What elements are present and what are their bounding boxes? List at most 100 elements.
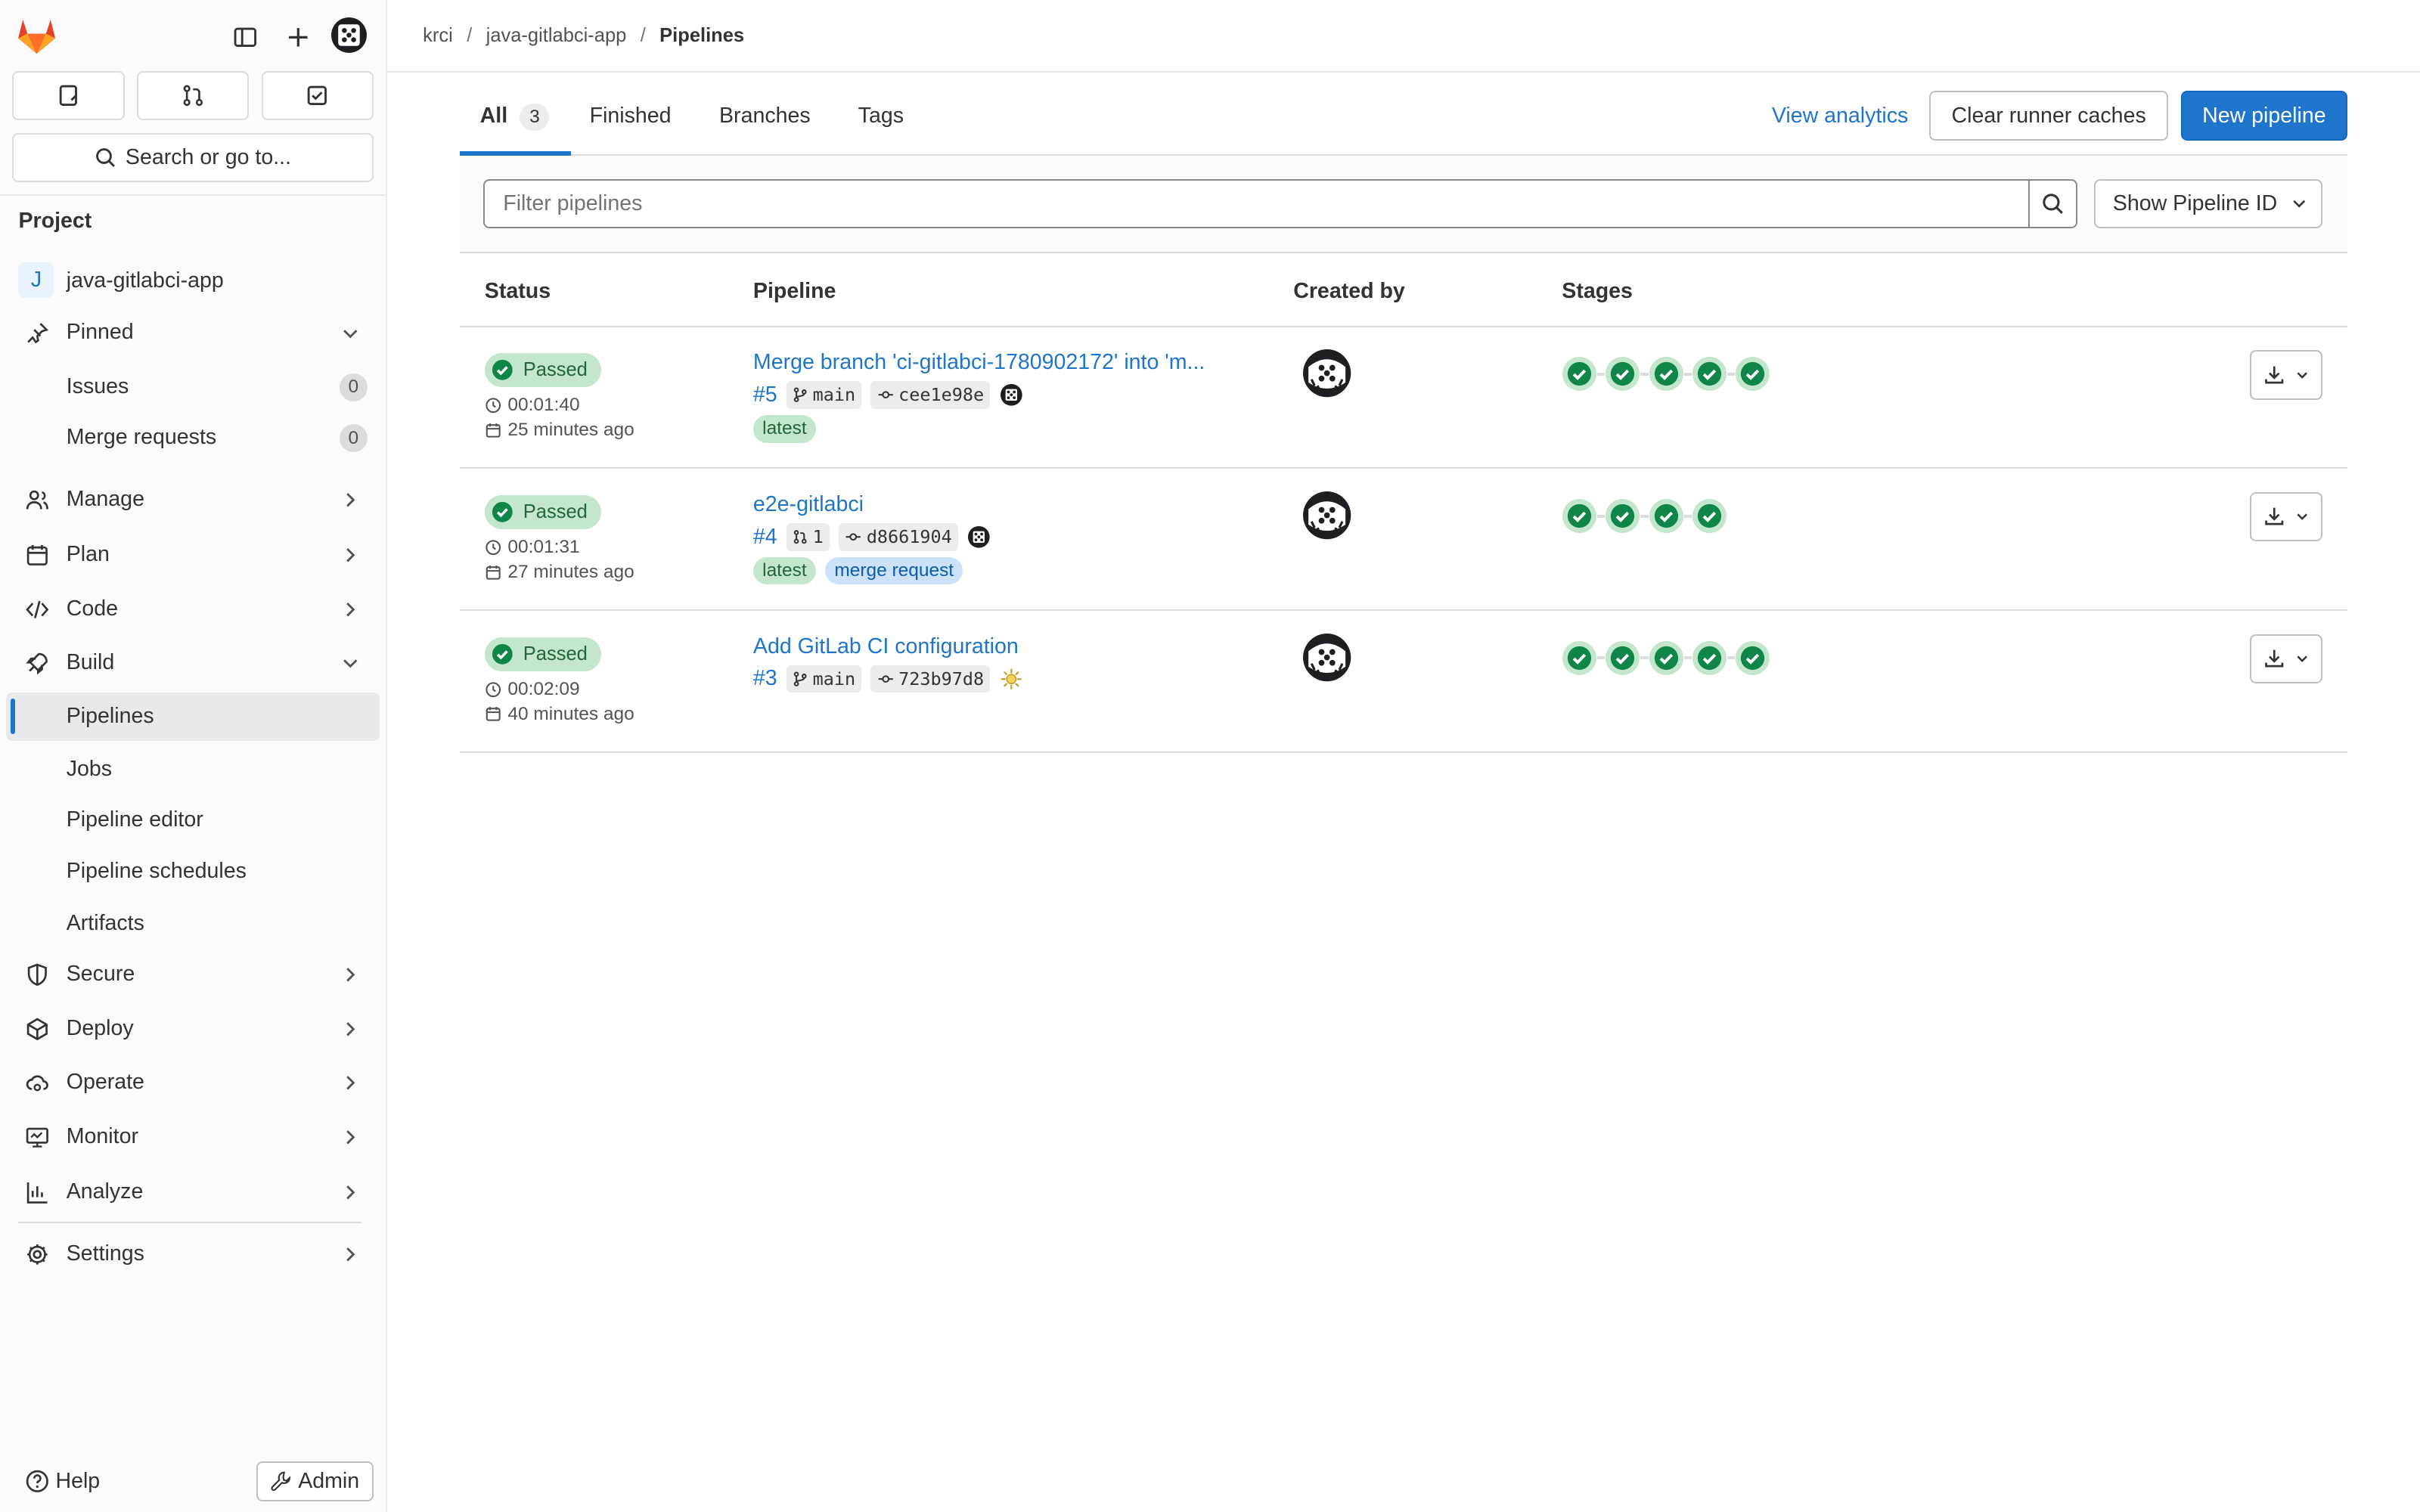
- todo-list-button[interactable]: [261, 70, 374, 121]
- status-badge[interactable]: Passed: [484, 353, 602, 388]
- tab-label: All: [479, 103, 508, 128]
- pipeline-tag-badge: latest: [752, 414, 816, 443]
- create-new-icon[interactable]: [278, 17, 318, 57]
- sidebar-item-build[interactable]: Build: [6, 639, 380, 686]
- sidebar-item-plan[interactable]: Plan: [6, 531, 380, 578]
- breadcrumb: krci / java-gitlabci-app / Pipelines: [423, 25, 744, 47]
- pipeline-title-link[interactable]: e2e-gitlabci: [753, 492, 864, 517]
- breadcrumb-item-group[interactable]: krci: [423, 25, 453, 47]
- merge-requests-button[interactable]: [136, 70, 250, 121]
- help-icon: [26, 1470, 48, 1492]
- search-label: Search or go to...: [125, 144, 292, 169]
- branch-ref-chip[interactable]: main: [786, 665, 862, 693]
- sidebar-item-artifacts[interactable]: Artifacts: [6, 900, 380, 947]
- stage-passed-icon[interactable]: [1649, 498, 1684, 534]
- help-button[interactable]: Help: [25, 1469, 100, 1494]
- sidebar-item-pipeline-editor[interactable]: Pipeline editor: [6, 796, 380, 844]
- commit-author-avatar-icon[interactable]: [1000, 383, 1023, 407]
- gitlab-logo-icon[interactable]: [15, 15, 58, 55]
- stage-passed-icon[interactable]: [1562, 356, 1597, 392]
- stage-passed-icon[interactable]: [1735, 640, 1770, 676]
- status-badge[interactable]: Passed: [484, 495, 602, 529]
- stage-passed-icon[interactable]: [1649, 640, 1684, 676]
- sidebar-item-pinned[interactable]: Pinned: [6, 308, 380, 356]
- monitor-icon: [25, 1125, 50, 1150]
- commit-sha-chip[interactable]: d8661904: [839, 522, 958, 551]
- stage-passed-icon[interactable]: [1692, 356, 1727, 392]
- pipeline-tags: latest merge request: [752, 556, 963, 585]
- sidebar-item-pipeline-schedules[interactable]: Pipeline schedules: [6, 847, 380, 894]
- pipeline-title-link[interactable]: Add GitLab CI configuration: [753, 634, 1019, 659]
- search-button[interactable]: Search or go to...: [12, 132, 374, 182]
- stage-passed-icon[interactable]: [1605, 356, 1640, 392]
- pipeline-id-link[interactable]: #5: [753, 383, 777, 407]
- pin-icon: [25, 321, 50, 345]
- commit-sha-chip[interactable]: 723b97d8: [870, 665, 991, 693]
- collapse-sidebar-icon[interactable]: [225, 17, 265, 57]
- pipeline-meta-line: #4 1 d8661904: [753, 522, 991, 551]
- stage-passed-icon[interactable]: [1735, 356, 1770, 392]
- sidebar-item-jobs[interactable]: Jobs: [6, 745, 380, 793]
- sidebar-item-secure[interactable]: Secure: [6, 950, 380, 998]
- stage-passed-icon[interactable]: [1692, 498, 1727, 534]
- sidebar-item-analyze[interactable]: Analyze: [6, 1168, 380, 1216]
- created-by-avatar-icon[interactable]: [1302, 633, 1351, 682]
- stage-passed-icon[interactable]: [1692, 640, 1727, 676]
- project-avatar[interactable]: J: [18, 262, 54, 298]
- tab-all[interactable]: All 3: [479, 103, 550, 132]
- view-analytics-link[interactable]: View analytics: [1772, 104, 1908, 129]
- breadcrumb-item-project[interactable]: java-gitlabci-app: [486, 25, 627, 47]
- sidebar-item-manage[interactable]: Manage: [6, 476, 380, 523]
- download-artifacts-dropdown[interactable]: [2250, 350, 2323, 400]
- download-artifacts-dropdown[interactable]: [2250, 634, 2323, 684]
- new-pipeline-button[interactable]: New pipeline: [2180, 91, 2348, 141]
- chevron-right-icon: [346, 968, 355, 982]
- sidebar-item-operate[interactable]: Operate: [6, 1058, 380, 1106]
- sidebar-item-code[interactable]: Code: [6, 584, 380, 632]
- commit-sha-chip[interactable]: cee1e98e: [870, 381, 991, 409]
- tab-branches[interactable]: Branches: [719, 104, 811, 129]
- commit-author-avatar-icon[interactable]: [1000, 668, 1023, 691]
- tab-tags[interactable]: Tags: [858, 104, 904, 129]
- filter-pipelines-input[interactable]: Filter pipelines: [482, 178, 2030, 229]
- sidebar-item-deploy[interactable]: Deploy: [6, 1005, 380, 1052]
- created-by-avatar-icon[interactable]: [1302, 491, 1351, 540]
- sidebar-item-merge-requests[interactable]: Merge requests 0: [6, 414, 380, 461]
- sidebar-item-issues[interactable]: Issues 0: [6, 363, 380, 411]
- sidebar-item-monitor[interactable]: Monitor: [6, 1112, 380, 1160]
- branch-ref-chip[interactable]: main: [786, 381, 862, 409]
- sidebar-item-settings[interactable]: Settings: [6, 1230, 380, 1278]
- download-icon: [2263, 506, 2285, 528]
- sidebar-item-label: Jobs: [66, 756, 113, 781]
- assigned-issues-button[interactable]: [12, 70, 125, 121]
- pipeline-tags: latest: [752, 414, 816, 443]
- stage-passed-icon[interactable]: [1605, 498, 1640, 534]
- pipeline-title-link[interactable]: Merge branch 'ci-gitlabci-1780902172' in…: [753, 350, 1205, 375]
- show-pipeline-id-dropdown[interactable]: Show Pipeline ID: [2094, 178, 2323, 229]
- tab-finished[interactable]: Finished: [590, 104, 672, 129]
- stage-connector: [1683, 656, 1692, 660]
- pipeline-id-link[interactable]: #4: [753, 525, 777, 550]
- pipeline-id-link[interactable]: #3: [753, 666, 777, 691]
- sidebar-separator: [18, 1222, 361, 1224]
- created-by-avatar-icon[interactable]: [1302, 349, 1351, 398]
- pipeline-duration: 00:01:31: [485, 537, 580, 558]
- download-artifacts-dropdown[interactable]: [2250, 492, 2323, 542]
- sidebar-item-pipelines[interactable]: Pipelines: [6, 692, 380, 741]
- sidebar: Search or go to... Project J java-gitlab…: [0, 0, 388, 1512]
- breadcrumb-item-current[interactable]: Pipelines: [659, 25, 744, 47]
- admin-button[interactable]: Admin: [256, 1461, 374, 1501]
- stage-passed-icon[interactable]: [1649, 356, 1684, 392]
- stage-connector: [1683, 514, 1692, 518]
- status-badge[interactable]: Passed: [484, 637, 602, 671]
- mr-ref-chip[interactable]: 1: [786, 522, 830, 551]
- sidebar-header: [0, 0, 386, 71]
- project-name-link[interactable]: java-gitlabci-app: [67, 268, 224, 293]
- stage-passed-icon[interactable]: [1562, 498, 1597, 534]
- user-avatar-icon[interactable]: [330, 17, 368, 54]
- clear-runner-caches-button[interactable]: Clear runner caches: [1929, 91, 2169, 141]
- commit-author-avatar-icon[interactable]: [967, 525, 991, 549]
- stage-passed-icon[interactable]: [1562, 640, 1597, 676]
- stage-passed-icon[interactable]: [1605, 640, 1640, 676]
- filter-search-button[interactable]: [2028, 178, 2077, 229]
